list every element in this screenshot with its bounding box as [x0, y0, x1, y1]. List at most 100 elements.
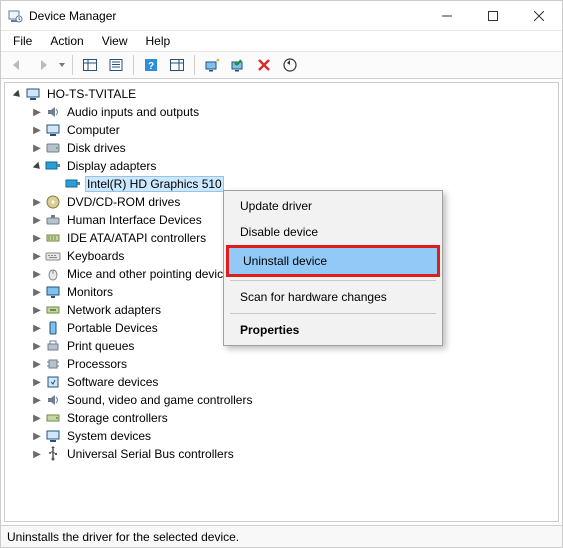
back-button[interactable]	[5, 54, 29, 76]
tree-category-processors[interactable]: ▶ Processors	[5, 355, 558, 373]
minimize-button[interactable]	[424, 1, 470, 31]
titlebar: Device Manager	[1, 1, 562, 31]
printer-icon	[45, 338, 61, 354]
properties-button[interactable]	[104, 54, 128, 76]
update-driver-button[interactable]	[200, 54, 224, 76]
menu-file[interactable]: File	[5, 32, 40, 50]
menu-action[interactable]: Action	[42, 32, 91, 50]
system-icon	[45, 428, 61, 444]
tree-label: System devices	[65, 428, 153, 444]
maximize-button[interactable]	[470, 1, 516, 31]
tree-label: Intel(R) HD Graphics 510	[85, 176, 224, 192]
tree-category-computer[interactable]: ▶ Computer	[5, 121, 558, 139]
svg-text:?: ?	[148, 61, 154, 72]
expand-icon[interactable]: ▶	[29, 284, 45, 300]
collapse-icon[interactable]	[9, 86, 25, 102]
action-pane-button[interactable]	[165, 54, 189, 76]
tree-category-audio[interactable]: ▶ Audio inputs and outputs	[5, 103, 558, 121]
computer-icon	[45, 122, 61, 138]
window-title: Device Manager	[29, 9, 116, 23]
menu-help[interactable]: Help	[138, 32, 179, 50]
mouse-icon	[45, 266, 61, 282]
ctx-uninstall-callout: Uninstall device	[226, 245, 440, 277]
toolbar-separator	[133, 55, 134, 75]
tree-root-label: HO-TS-TVITALE	[45, 86, 138, 102]
ctx-scan-hardware[interactable]: Scan for hardware changes	[226, 284, 440, 310]
close-button[interactable]	[516, 1, 562, 31]
portable-icon	[45, 320, 61, 336]
expand-icon[interactable]: ▶	[29, 392, 45, 408]
expand-icon[interactable]: ▶	[29, 194, 45, 210]
expand-icon[interactable]: ▶	[29, 104, 45, 120]
context-menu: Update driver Disable device Uninstall d…	[223, 190, 443, 346]
tree-category-system[interactable]: ▶ System devices	[5, 427, 558, 445]
menubar: File Action View Help	[1, 31, 562, 51]
expand-icon[interactable]: ▶	[29, 446, 45, 462]
monitor-icon	[45, 284, 61, 300]
statusbar: Uninstalls the driver for the selected d…	[1, 525, 562, 547]
statusbar-text: Uninstalls the driver for the selected d…	[7, 530, 239, 544]
menu-view[interactable]: View	[94, 32, 136, 50]
keyboard-icon	[45, 248, 61, 264]
spacer	[49, 176, 65, 192]
tree-label: Print queues	[65, 338, 136, 354]
tree-label: Monitors	[65, 284, 115, 300]
ctx-uninstall-device[interactable]: Uninstall device	[229, 248, 437, 274]
expand-icon[interactable]: ▶	[29, 212, 45, 228]
tree-label: IDE ATA/ATAPI controllers	[65, 230, 208, 246]
tree-root[interactable]: HO-TS-TVITALE	[5, 85, 558, 103]
tree-label: Display adapters	[65, 158, 158, 174]
dvd-icon	[45, 194, 61, 210]
ctx-update-driver[interactable]: Update driver	[226, 193, 440, 219]
tree-category-softdev[interactable]: ▶ Software devices	[5, 373, 558, 391]
expand-icon[interactable]: ▶	[29, 356, 45, 372]
expand-icon[interactable]: ▶	[29, 374, 45, 390]
collapse-icon[interactable]	[29, 158, 45, 174]
tree-category-disk[interactable]: ▶ Disk drives	[5, 139, 558, 157]
tree-label: DVD/CD-ROM drives	[65, 194, 182, 210]
computer-icon	[25, 86, 41, 102]
expand-icon[interactable]: ▶	[29, 140, 45, 156]
uninstall-device-button[interactable]	[226, 54, 250, 76]
network-icon	[45, 302, 61, 318]
expand-icon[interactable]: ▶	[29, 122, 45, 138]
tree-label: Software devices	[65, 374, 160, 390]
expand-icon[interactable]: ▶	[29, 320, 45, 336]
expand-icon[interactable]: ▶	[29, 248, 45, 264]
show-hide-console-tree-button[interactable]	[78, 54, 102, 76]
tree-category-display[interactable]: Display adapters	[5, 157, 558, 175]
tree-category-storage[interactable]: ▶ Storage controllers	[5, 409, 558, 427]
disk-icon	[45, 140, 61, 156]
ide-icon	[45, 230, 61, 246]
ctx-separator	[230, 280, 436, 281]
forward-dropdown[interactable]	[57, 54, 67, 76]
ctx-separator	[230, 313, 436, 314]
toolbar: ?	[1, 51, 562, 79]
disable-device-button[interactable]	[252, 54, 276, 76]
software-device-icon	[45, 374, 61, 390]
tree-category-usb[interactable]: ▶ Universal Serial Bus controllers	[5, 445, 558, 463]
tree-label: Computer	[65, 122, 122, 138]
sound-icon	[45, 392, 61, 408]
scan-hardware-button[interactable]	[278, 54, 302, 76]
tree-label: Keyboards	[65, 248, 126, 264]
help-button[interactable]: ?	[139, 54, 163, 76]
expand-icon[interactable]: ▶	[29, 302, 45, 318]
expand-icon[interactable]: ▶	[29, 428, 45, 444]
hid-icon	[45, 212, 61, 228]
display-adapter-icon	[45, 158, 61, 174]
expand-icon[interactable]: ▶	[29, 266, 45, 282]
ctx-disable-device[interactable]: Disable device	[226, 219, 440, 245]
ctx-properties[interactable]: Properties	[226, 317, 440, 343]
tree-label: Audio inputs and outputs	[65, 104, 201, 120]
expand-icon[interactable]: ▶	[29, 338, 45, 354]
expand-icon[interactable]: ▶	[29, 230, 45, 246]
forward-button[interactable]	[31, 54, 55, 76]
toolbar-separator	[72, 55, 73, 75]
tree-category-sound[interactable]: ▶ Sound, video and game controllers	[5, 391, 558, 409]
cpu-icon	[45, 356, 61, 372]
usb-icon	[45, 446, 61, 462]
tree-label: Mice and other pointing devices	[65, 266, 238, 282]
expand-icon[interactable]: ▶	[29, 410, 45, 426]
tree-label: Processors	[65, 356, 129, 372]
